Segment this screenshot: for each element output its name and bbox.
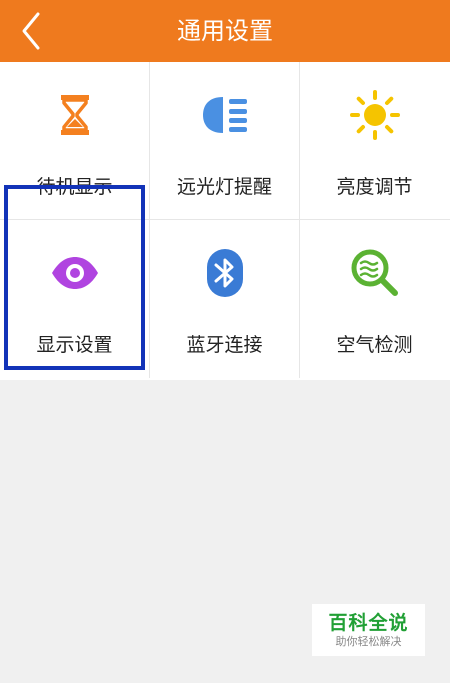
grid-item-standby-display[interactable]: 待机显示 [0, 62, 149, 219]
hourglass-icon [49, 89, 101, 141]
header-bar: 通用设置 [0, 0, 450, 62]
watermark-logo: 百科全说 助你轻松解决 [312, 604, 425, 656]
grid-item-label: 待机显示 [36, 176, 113, 198]
grid-item-label: 空气检测 [336, 334, 413, 356]
grid-item-label: 远光灯提醒 [176, 176, 272, 198]
watermark-title: 百科全说 [328, 612, 409, 634]
headlight-icon [199, 89, 251, 141]
eye-icon [49, 247, 101, 299]
grid-item-brightness[interactable]: 亮度调节 [300, 62, 449, 219]
page-title: 通用设置 [177, 17, 273, 45]
grid-item-air-quality[interactable]: 空气检测 [300, 220, 449, 377]
grid-item-label: 显示设置 [36, 334, 113, 356]
grid-item-high-beam-alert[interactable]: 远光灯提醒 [150, 62, 299, 219]
grid-item-label: 蓝牙连接 [186, 334, 263, 356]
bluetooth-icon [199, 247, 251, 299]
air-magnifier-icon [349, 247, 401, 299]
grid-item-bluetooth[interactable]: 蓝牙连接 [150, 220, 299, 377]
settings-grid: 待机显示 远光灯提醒 亮度调节 显示设置 蓝牙连接 空气检测 [0, 62, 450, 380]
sun-icon [349, 89, 401, 141]
watermark-subtitle: 助你轻松解决 [335, 635, 402, 648]
grid-item-display-settings[interactable]: 显示设置 [0, 220, 149, 377]
grid-item-label: 亮度调节 [336, 176, 413, 198]
